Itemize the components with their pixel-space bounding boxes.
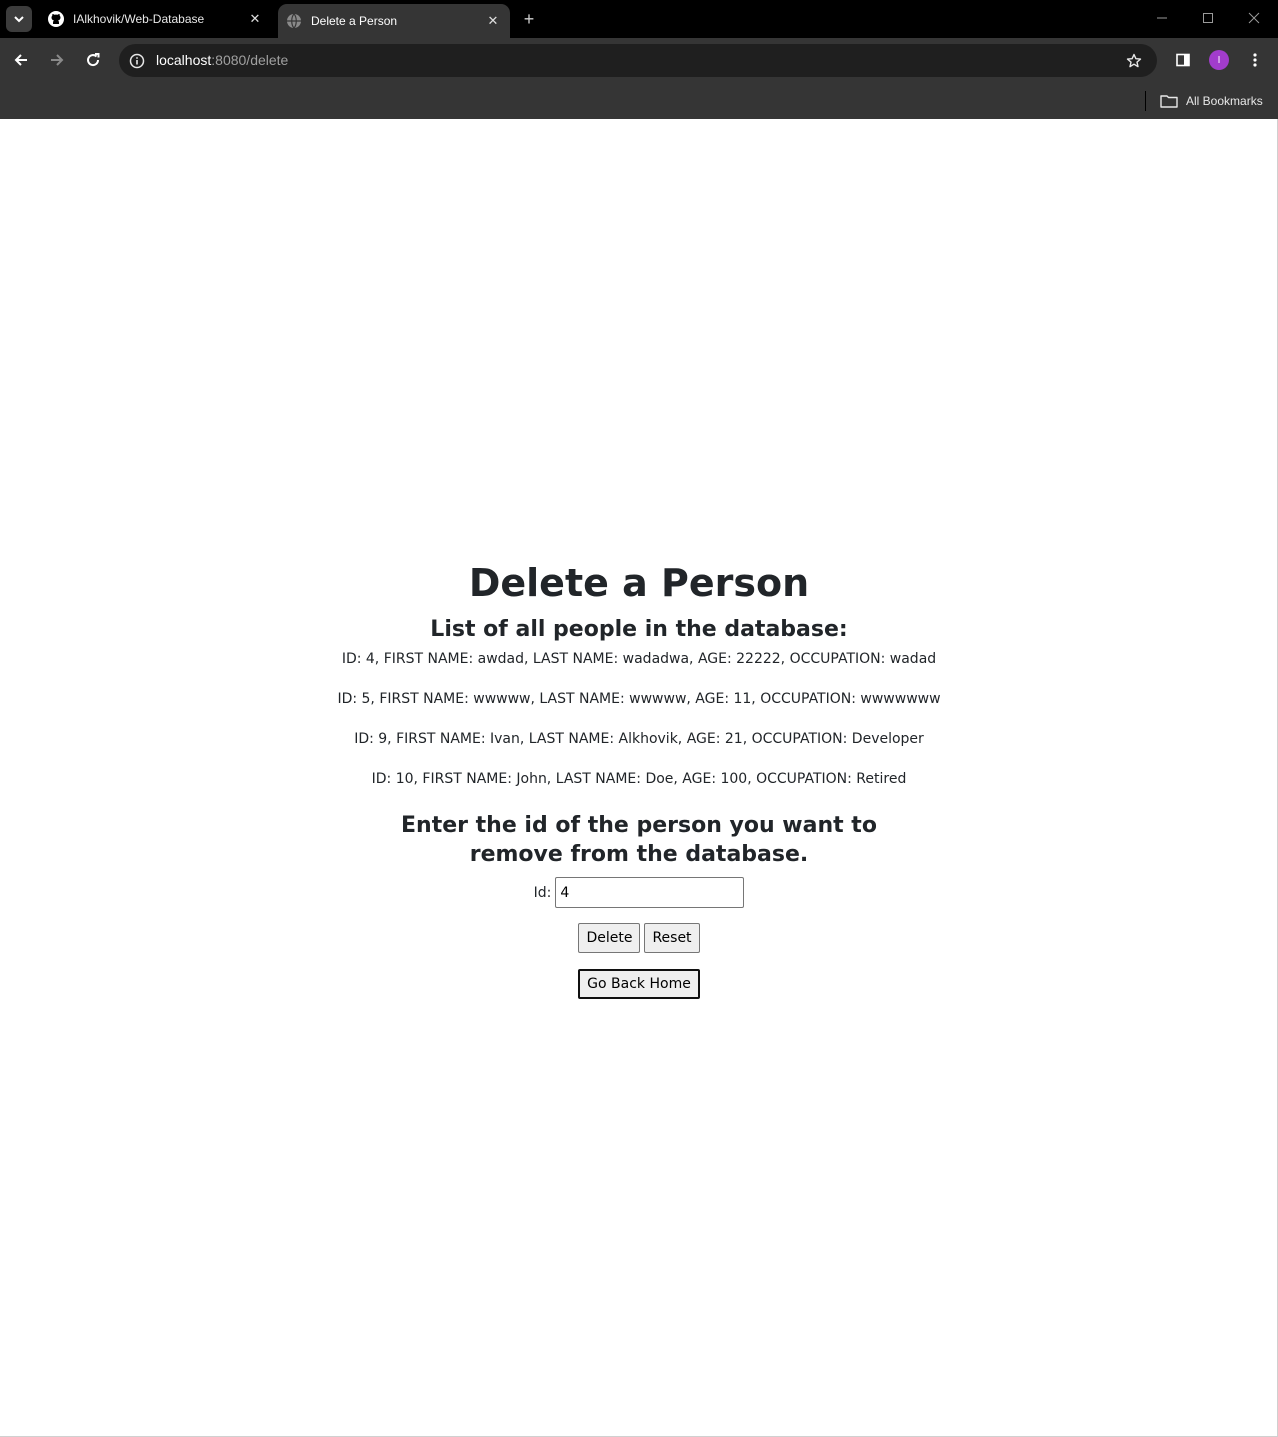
- tab-title: IAlkhovik/Web-Database: [73, 12, 205, 26]
- reload-icon[interactable]: [79, 46, 107, 74]
- all-bookmarks-button[interactable]: All Bookmarks: [1160, 89, 1263, 113]
- id-form-row: Id:: [0, 877, 1278, 908]
- delete-person-content: Delete a Person List of all people in th…: [0, 559, 1278, 999]
- id-label: Id:: [533, 884, 552, 901]
- home-row: Go Back Home: [0, 969, 1278, 999]
- forward-icon[interactable]: [43, 46, 71, 74]
- site-info-icon[interactable]: [127, 51, 147, 71]
- tab-title: Delete a Person: [311, 14, 398, 28]
- new-tab-button[interactable]: +: [518, 8, 540, 30]
- back-icon[interactable]: [7, 46, 35, 74]
- list-item: ID: 9, FIRST NAME: Ivan, LAST NAME: Alkh…: [354, 731, 924, 747]
- url-text: localhost:8080/delete: [156, 52, 288, 68]
- globe-icon: [286, 13, 302, 29]
- window-close-icon[interactable]: [1240, 6, 1268, 30]
- browser-toolbar: localhost:8080/delete I: [0, 38, 1278, 83]
- url-host: localhost: [156, 52, 212, 68]
- remove-prompt: Enter the id of the person you want to r…: [401, 813, 877, 867]
- browser-chrome: IAlkhovik/Web-Database ✕ Delete a Person…: [0, 0, 1278, 119]
- list-item: ID: 5, FIRST NAME: wwwww, LAST NAME: www…: [337, 691, 941, 707]
- tab-close-icon[interactable]: ✕: [246, 10, 264, 28]
- tab-github[interactable]: IAlkhovik/Web-Database ✕: [40, 0, 272, 38]
- reset-button[interactable]: Reset: [644, 923, 700, 953]
- bookmarks-divider: [1145, 91, 1146, 111]
- all-bookmarks-label: All Bookmarks: [1186, 94, 1263, 108]
- people-list: ID: 4, FIRST NAME: awdad, LAST NAME: wad…: [0, 649, 1278, 789]
- list-item: ID: 4, FIRST NAME: awdad, LAST NAME: wad…: [341, 651, 937, 667]
- side-panel-icon[interactable]: [1170, 47, 1196, 73]
- minimize-icon[interactable]: [1148, 6, 1176, 30]
- profile-avatar[interactable]: I: [1206, 47, 1232, 73]
- bookmark-star-icon[interactable]: [1123, 50, 1145, 72]
- avatar: I: [1209, 50, 1229, 70]
- tab-close-icon[interactable]: ✕: [484, 12, 502, 30]
- go-back-home-button[interactable]: Go Back Home: [578, 969, 700, 999]
- list-item: ID: 10, FIRST NAME: John, LAST NAME: Doe…: [371, 771, 907, 787]
- list-heading: List of all people in the database:: [430, 617, 848, 642]
- tab-search-button[interactable]: [6, 6, 32, 32]
- bookmarks-bar: All Bookmarks: [0, 83, 1278, 119]
- page-title: Delete a Person: [468, 561, 810, 605]
- chevron-down-icon: [14, 16, 24, 23]
- delete-button[interactable]: Delete: [578, 923, 641, 953]
- more-menu-icon[interactable]: [1242, 47, 1268, 73]
- id-input[interactable]: [555, 877, 745, 908]
- github-icon: [48, 11, 64, 27]
- tab-strip: IAlkhovik/Web-Database ✕ Delete a Person…: [0, 0, 1278, 38]
- address-bar[interactable]: localhost:8080/delete: [119, 44, 1157, 77]
- folder-icon: [1160, 94, 1178, 108]
- form-buttons: Delete Reset: [0, 923, 1278, 953]
- tab-delete-person[interactable]: Delete a Person ✕: [278, 4, 510, 38]
- maximize-icon[interactable]: [1194, 6, 1222, 30]
- page-viewport: Delete a Person List of all people in th…: [0, 119, 1278, 1437]
- url-path: :8080/delete: [211, 52, 289, 68]
